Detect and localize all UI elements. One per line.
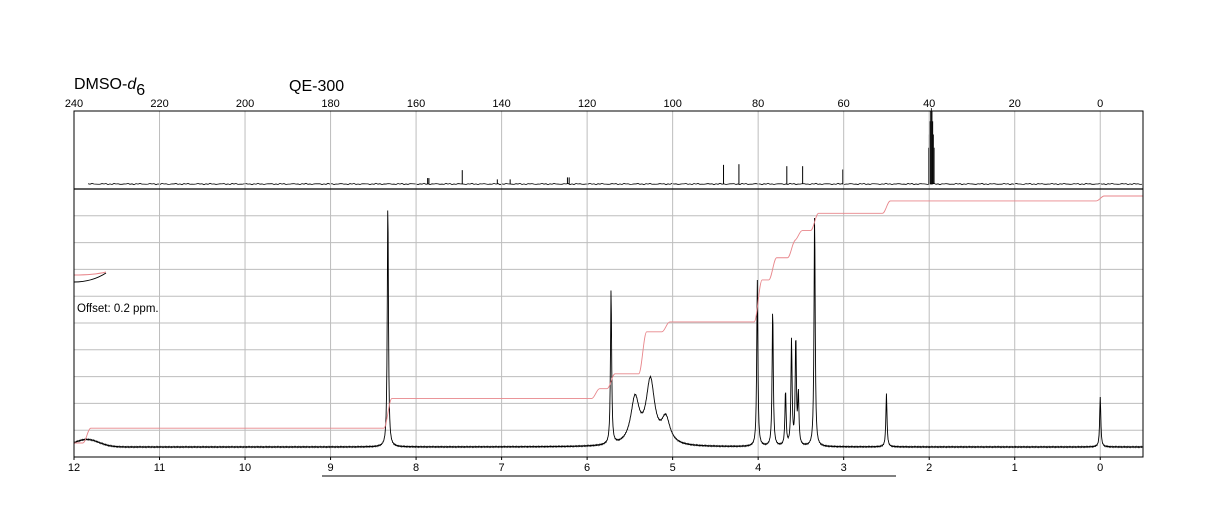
c13-baseline (87, 182, 1143, 186)
c13-tick-label: 180 (321, 98, 339, 110)
c13-axis: 240 220 200 180 160 140 120 100 80 60 40 20 0 (65, 98, 1103, 110)
h1-tick-label: 10 (239, 462, 251, 474)
h1-tick-label: 1 (1012, 462, 1018, 474)
offset-note: Offset: 0.2 ppm. (77, 303, 159, 315)
h1-tick-label: 5 (670, 462, 676, 474)
plot-frame (73, 110, 1144, 458)
c13-tick-label: 220 (150, 98, 168, 110)
c13-tick-label: 160 (407, 98, 425, 110)
c13-tick-label: 80 (752, 98, 764, 110)
c13-tick-label: 40 (923, 98, 935, 110)
h1-panel (73, 110, 1144, 458)
h1-tick-label: 0 (1097, 462, 1103, 474)
h1-tick-label: 8 (413, 462, 419, 474)
h1-tick-label: 6 (584, 462, 590, 474)
nmr-figure: 240 220 200 180 160 140 120 100 80 60 40 20 0 12 11 10… (65, 98, 1144, 477)
c13-tick-label: 20 (1009, 98, 1021, 110)
h1-integral-curve (74, 195, 1143, 444)
h1-spectrum (73, 210, 1144, 449)
c13-tick-label: 0 (1097, 98, 1103, 110)
h1-tick-label: 4 (755, 462, 761, 474)
h1-tick-label: 7 (499, 462, 505, 474)
h1-tick-label: 9 (327, 462, 333, 474)
h1-tick-label: 12 (68, 462, 80, 474)
c13-tick-label: 60 (838, 98, 850, 110)
c13-tick-label: 100 (663, 98, 681, 110)
c13-panel (87, 108, 1143, 186)
h1-axis: 12 11 10 9 8 7 6 5 4 3 2 1 0 (68, 457, 1103, 474)
h1-tick-label: 11 (154, 462, 165, 474)
c13-tick-label: 140 (492, 98, 510, 110)
offset-inset-integral (73, 271, 107, 276)
h1-grid (73, 111, 1143, 457)
c13-tick-label: 240 (65, 98, 83, 110)
c13-tick-label: 200 (236, 98, 254, 110)
h1-tick-label: 3 (841, 462, 847, 474)
c13-tick-label: 120 (578, 98, 596, 110)
h1-tick-label: 2 (926, 462, 932, 474)
